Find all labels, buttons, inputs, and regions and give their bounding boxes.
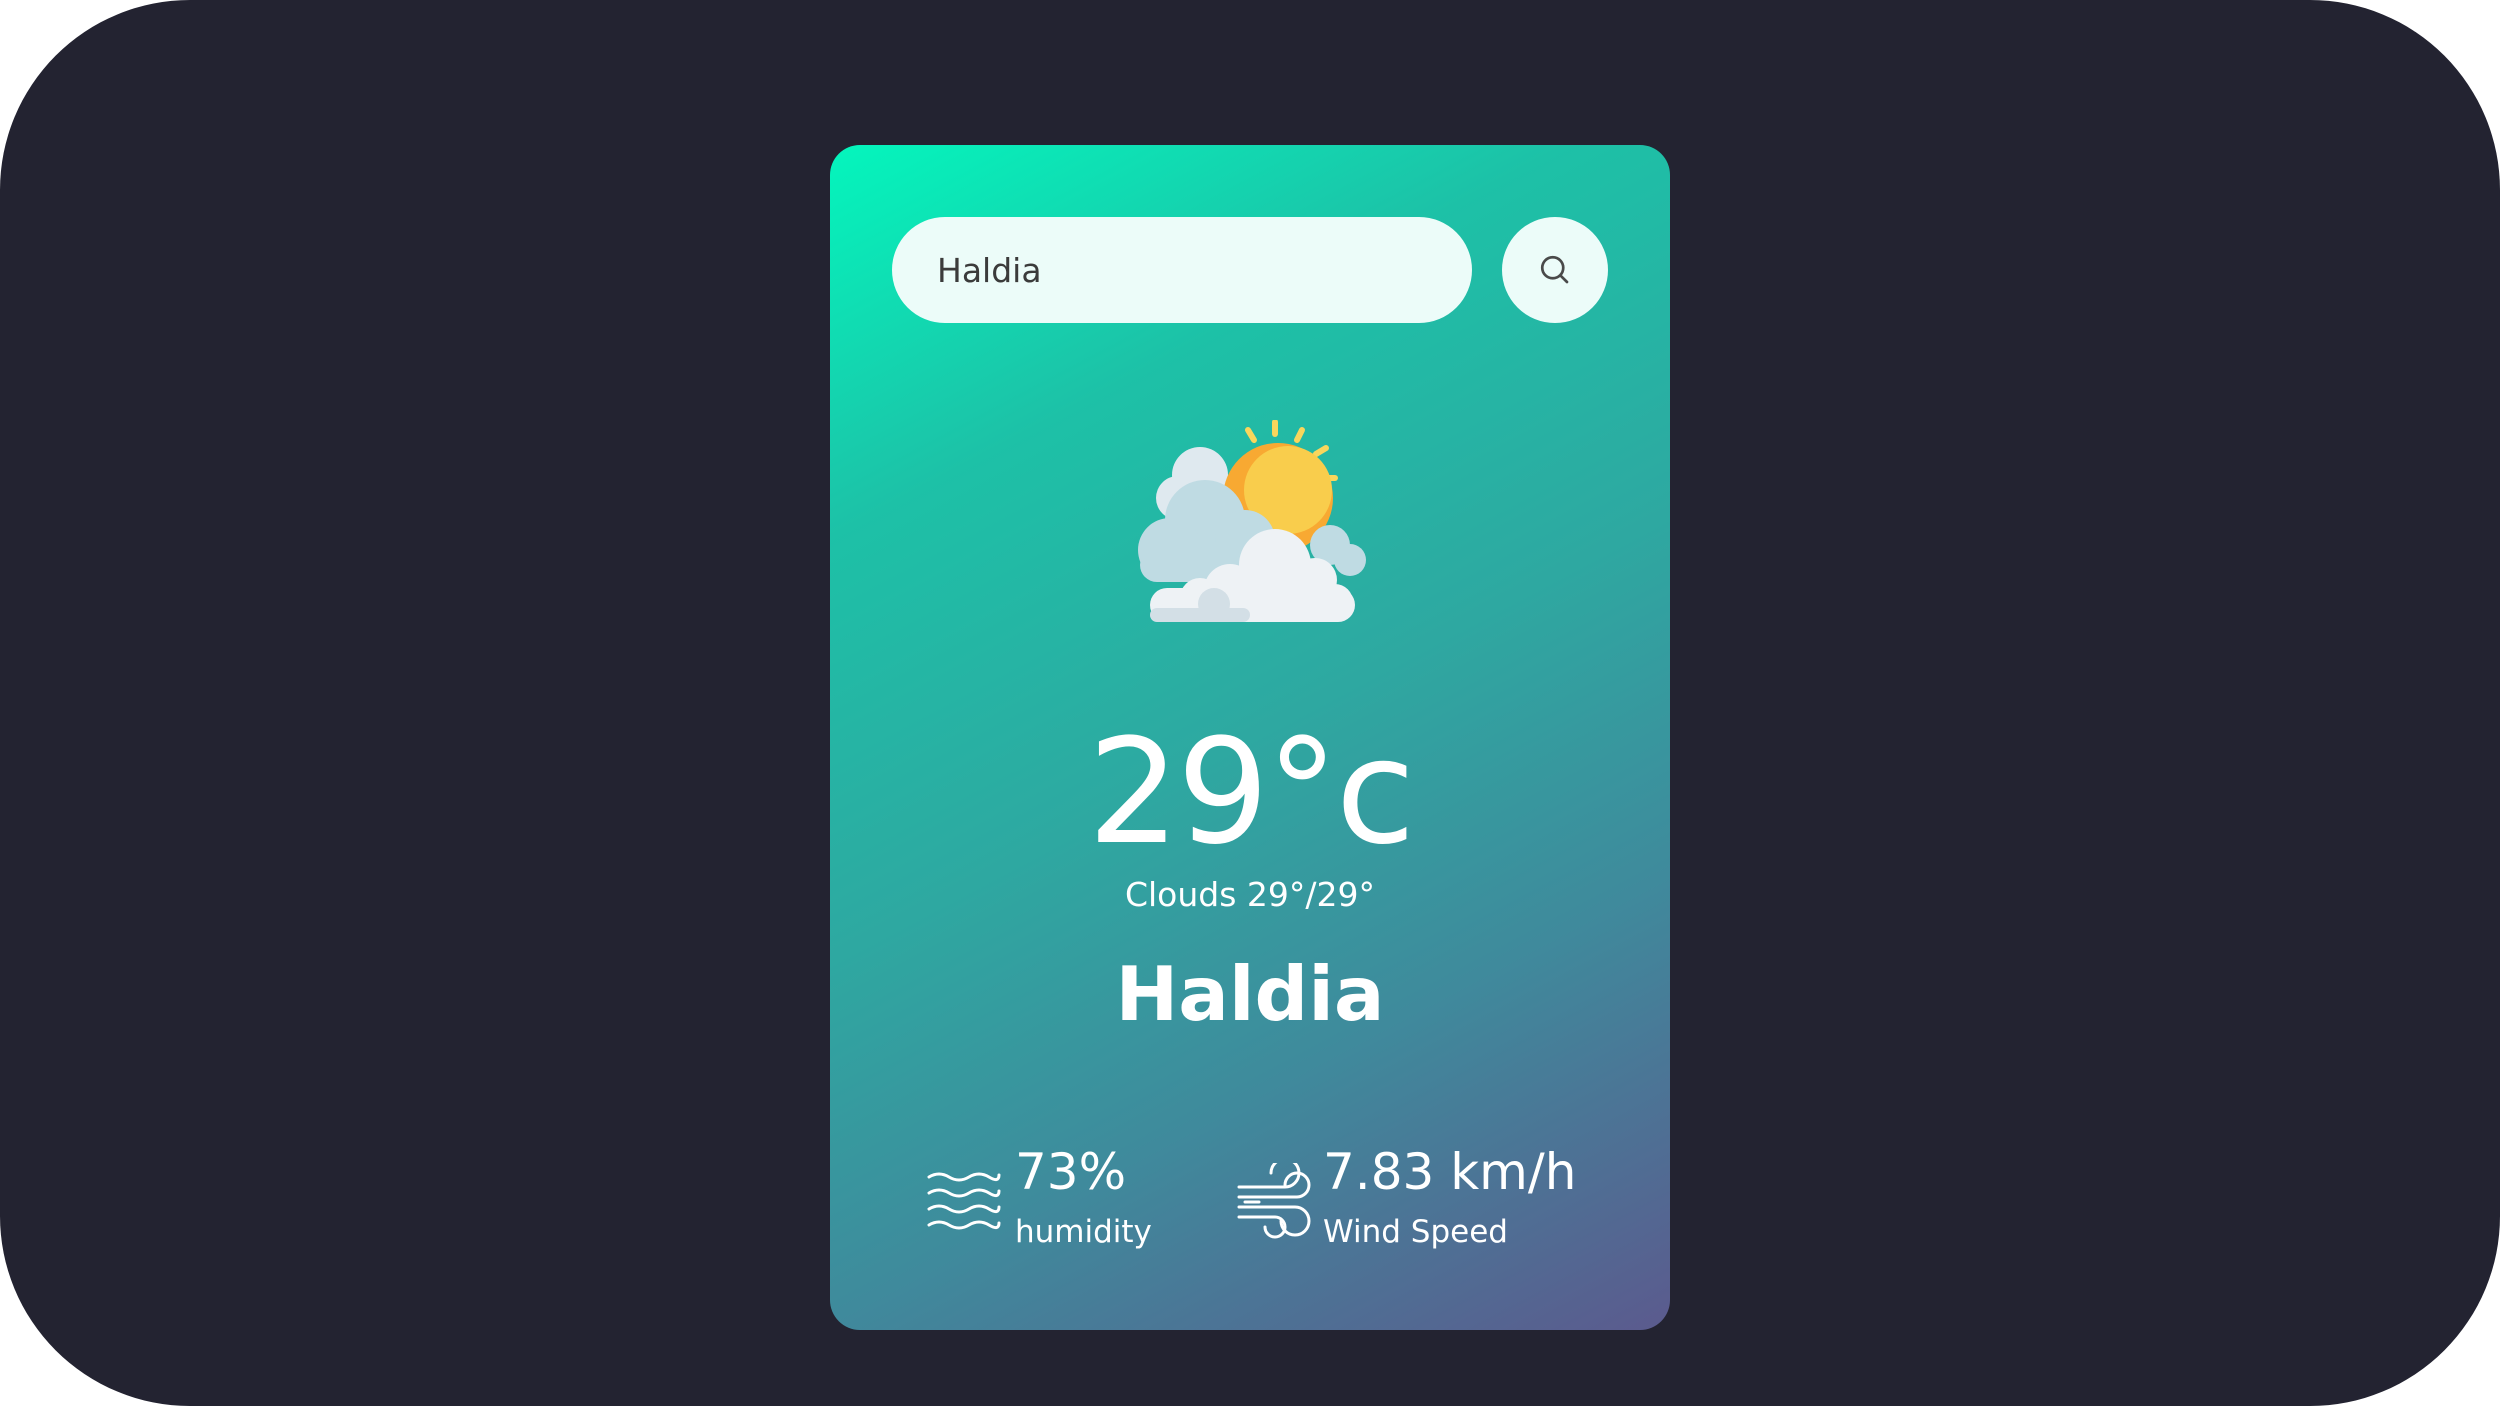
app-frame: 29°c Clouds 29°/29° Haldia 73% humidity [0, 0, 2500, 1406]
wind-label: Wind Speed [1323, 1214, 1508, 1250]
city-name: Haldia [1115, 950, 1385, 1038]
humidity-text: 73% humidity [1015, 1145, 1152, 1248]
humidity-stat: 73% humidity [925, 1145, 1152, 1248]
wind-icon [1237, 1163, 1311, 1239]
wind-value: 7.83 km/h [1323, 1143, 1577, 1201]
temperature: 29°c [1087, 708, 1416, 877]
wind-stat: 7.83 km/h Wind Speed [1235, 1145, 1576, 1248]
humidity-waves-icon [927, 1172, 1001, 1230]
weather-description: Clouds 29°/29° [1124, 875, 1376, 914]
city-search-input[interactable] [892, 217, 1472, 323]
partly-cloudy-icon [1138, 420, 1366, 622]
humidity-value: 73% [1015, 1143, 1127, 1201]
wind-text: 7.83 km/h Wind Speed [1323, 1145, 1576, 1248]
weather-card: 29°c Clouds 29°/29° Haldia 73% humidity [830, 145, 1670, 1330]
humidity-label: humidity [1015, 1214, 1152, 1250]
search-button[interactable] [1502, 217, 1608, 323]
search-icon [1540, 255, 1569, 284]
